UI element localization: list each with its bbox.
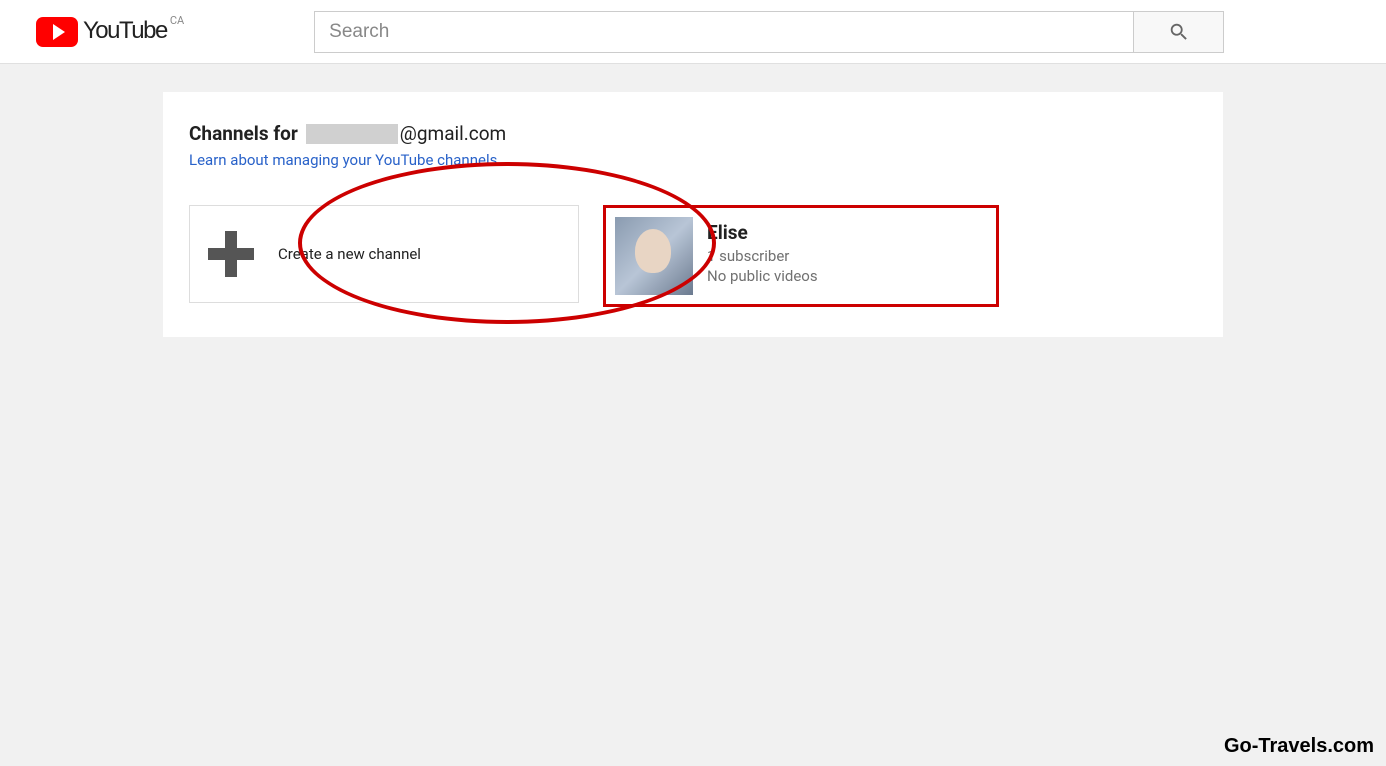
channel-card[interactable]: Elise 1 subscriber No public videos bbox=[603, 205, 999, 307]
learn-link[interactable]: Learn about managing your YouTube channe… bbox=[189, 151, 497, 169]
redacted-email-prefix bbox=[306, 124, 398, 144]
channel-info: Elise 1 subscriber No public videos bbox=[707, 217, 818, 295]
avatar bbox=[615, 217, 693, 295]
channel-videos: No public videos bbox=[707, 266, 818, 286]
search-input[interactable] bbox=[314, 11, 1134, 53]
channel-name: Elise bbox=[707, 221, 818, 244]
channel-subscribers: 1 subscriber bbox=[707, 246, 818, 266]
title-prefix: Channels for bbox=[189, 122, 298, 145]
region-code: CA bbox=[170, 14, 184, 27]
watermark: Go-Travels.com bbox=[1224, 735, 1374, 758]
channels-grid: Create a new channel Elise 1 subscriber … bbox=[189, 205, 1193, 307]
youtube-logo[interactable]: YouTube CA bbox=[36, 17, 184, 47]
search-icon bbox=[1168, 21, 1190, 43]
plus-icon bbox=[208, 231, 254, 277]
search-container bbox=[314, 11, 1224, 53]
youtube-logo-text: YouTube bbox=[83, 17, 167, 45]
create-channel-label: Create a new channel bbox=[278, 245, 421, 263]
main-content: Channels for @gmail.com Learn about mana… bbox=[163, 92, 1223, 337]
page-title: Channels for @gmail.com bbox=[189, 122, 1193, 145]
youtube-play-icon bbox=[36, 17, 78, 47]
search-button[interactable] bbox=[1134, 11, 1224, 53]
create-channel-card[interactable]: Create a new channel bbox=[189, 205, 579, 303]
title-suffix: @gmail.com bbox=[400, 122, 506, 145]
header: YouTube CA bbox=[0, 0, 1386, 64]
